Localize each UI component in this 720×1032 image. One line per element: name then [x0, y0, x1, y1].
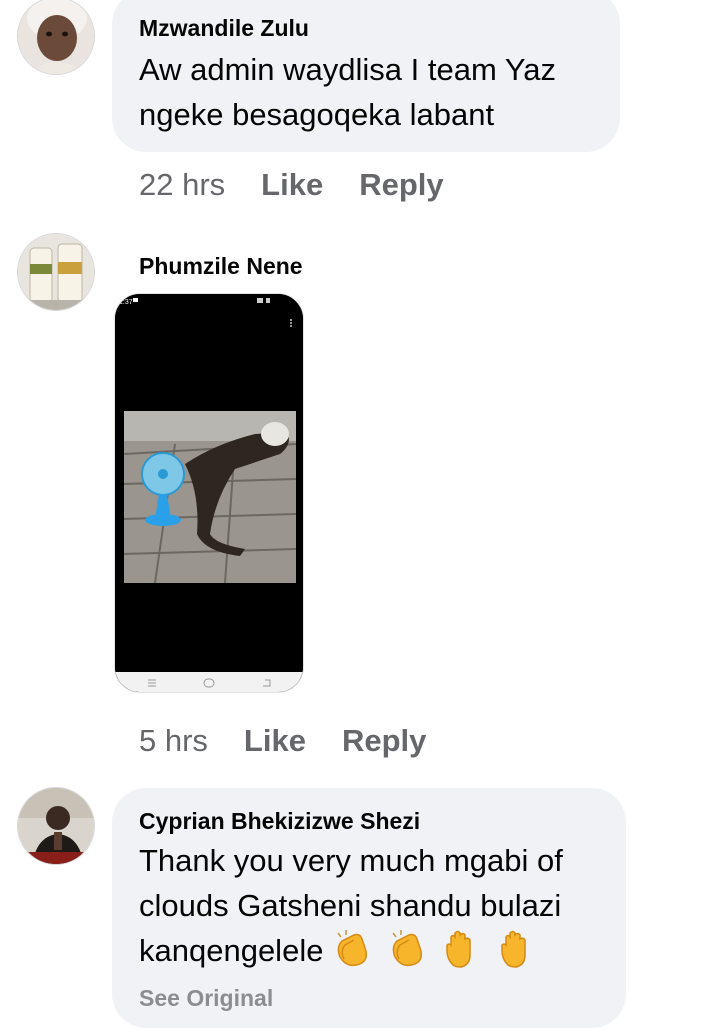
comment-text-line: Thank you very much mgabi of — [139, 843, 563, 878]
comment-timestamp[interactable]: 5 hrs — [139, 723, 208, 758]
clapping-hands-icon — [337, 930, 368, 967]
avatar[interactable] — [17, 787, 95, 865]
comment-actions: 5 hrs Like Reply — [139, 723, 426, 759]
clapping-hands-icon — [392, 930, 422, 967]
avatar[interactable] — [17, 233, 95, 311]
comment-author[interactable]: Mzwandile Zulu — [139, 15, 309, 42]
attachment-photo[interactable]: 1:37 — [114, 293, 304, 693]
raised-hand-icon — [446, 930, 472, 968]
comment-text-line: kanqengelele — [139, 933, 324, 968]
avatar[interactable] — [17, 0, 95, 75]
see-original-link[interactable]: See Original — [139, 985, 273, 1012]
status-bar-time: 1:37 — [119, 299, 133, 306]
reply-button[interactable]: Reply — [342, 723, 426, 758]
like-button[interactable]: Like — [261, 167, 323, 202]
comment-author[interactable]: Phumzile Nene — [139, 253, 303, 280]
comment-timestamp[interactable]: 22 hrs — [139, 167, 225, 202]
comment-text-line: ngeke besagoqeka labant — [139, 97, 495, 132]
comment-author[interactable]: Cyprian Bhekizizwe Shezi — [139, 808, 420, 835]
raised-hand-icon — [501, 930, 526, 968]
comment-text-line-with-emoji: kanqengelele — [139, 928, 542, 973]
like-button[interactable]: Like — [244, 723, 306, 758]
comment-text-line: Aw admin waydlisa I team Yaz — [139, 52, 556, 87]
reply-button[interactable]: Reply — [359, 167, 443, 202]
comment-text-line: clouds Gatsheni shandu bulazi — [139, 888, 562, 923]
comment-actions: 22 hrs Like Reply — [139, 167, 444, 203]
